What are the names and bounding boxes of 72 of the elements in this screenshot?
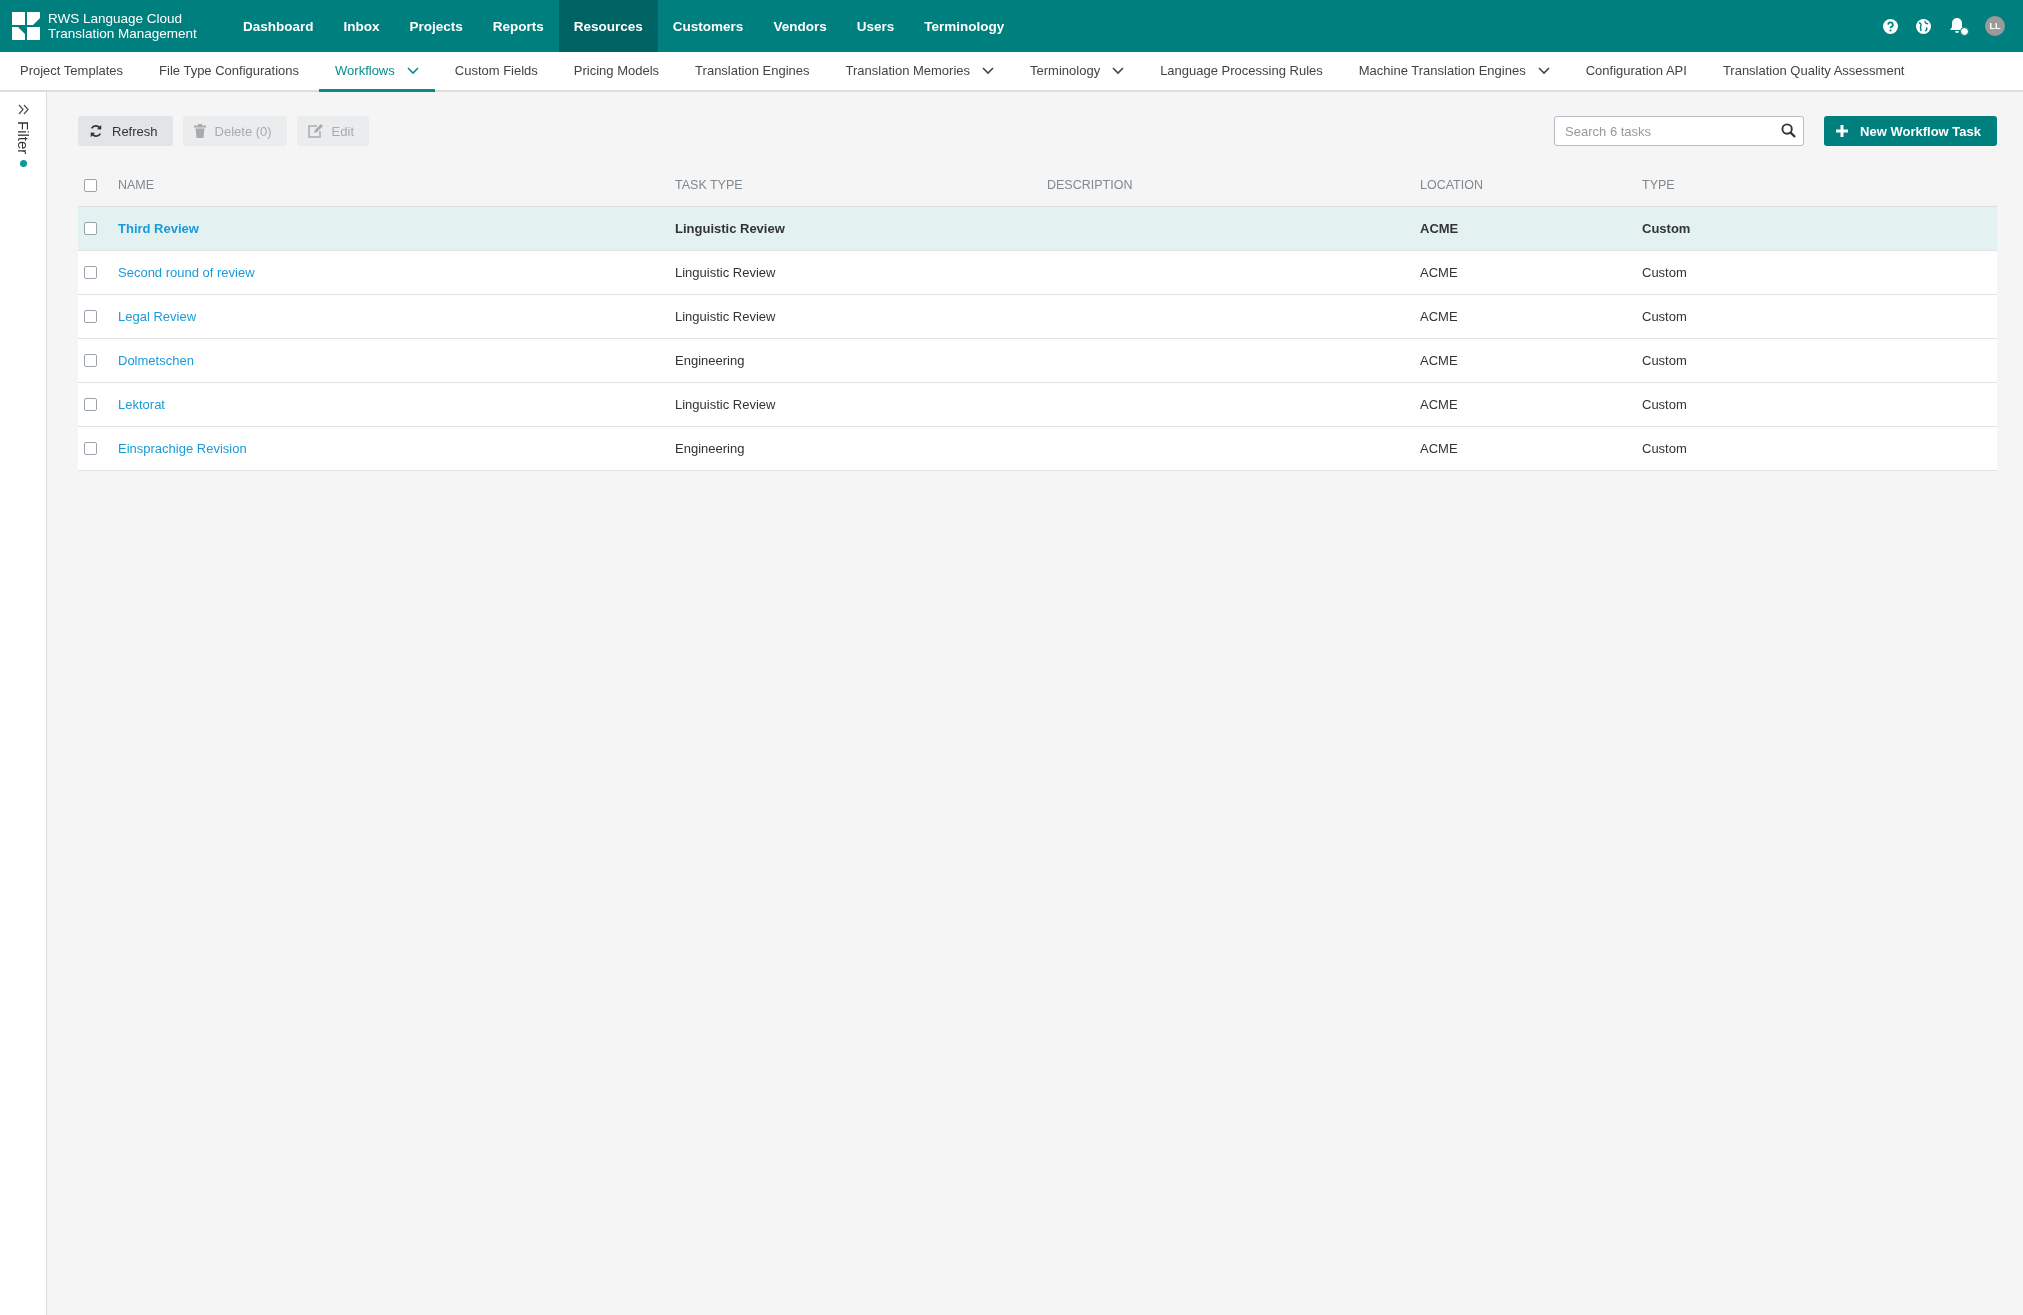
nav-item[interactable]: Terminology (909, 0, 1020, 52)
sub-tab[interactable]: Machine Translation Engines (1342, 52, 1566, 92)
nav-item[interactable]: Users (841, 0, 910, 52)
brand-name: RWS Language Cloud Translation Management (48, 11, 197, 41)
nav-item[interactable]: Dashboard (228, 0, 329, 52)
table-row[interactable]: Third Review Linguistic Review ACME Custom (78, 206, 1997, 251)
plus-icon (1836, 125, 1849, 137)
table-cell: ACME (1420, 265, 1458, 280)
row-checkbox[interactable] (84, 222, 97, 235)
sub-tab[interactable]: Configuration API (1569, 52, 1703, 92)
nav-item[interactable]: Customers (657, 0, 759, 52)
table-cell: ACME (1420, 397, 1458, 412)
table-cell: Linguistic Review (675, 397, 776, 412)
row-checkbox[interactable] (84, 442, 97, 455)
nav-item[interactable]: Vendors (758, 0, 842, 52)
refresh-icon (89, 124, 103, 138)
table-cell: Custom (1642, 353, 1687, 368)
column-header: DESCRIPTION (1047, 178, 1133, 192)
sub-tab[interactable]: Project Templates (4, 52, 140, 92)
table-cell: Linguistic Review (675, 309, 776, 324)
table-cell: Custom (1642, 441, 1687, 456)
new-workflow-task-button[interactable]: New Workflow Task (1824, 116, 1997, 146)
column-header: TYPE (1642, 178, 1675, 192)
filter-toggle[interactable]: Filter (14, 121, 32, 155)
column-header: TASK TYPE (675, 178, 743, 192)
help-icon[interactable] (1883, 18, 1898, 34)
row-checkbox[interactable] (84, 398, 97, 411)
table-cell: ACME (1420, 221, 1459, 236)
row-checkbox[interactable] (84, 354, 97, 367)
table-cell: ACME (1420, 353, 1458, 368)
sub-tab[interactable]: Translation Engines (679, 52, 826, 92)
table-row[interactable]: Second round of review Linguistic Review ACME Custom (78, 250, 1997, 295)
sub-tab[interactable]: File Type Configurations (143, 52, 316, 92)
trash-icon (193, 124, 206, 138)
sub-tab[interactable]: Workflows (319, 52, 435, 92)
table-cell: Custom (1642, 265, 1687, 280)
table-cell: ACME (1420, 309, 1458, 324)
logo-icon (12, 12, 40, 40)
sub-tab[interactable]: Pricing Models (557, 52, 676, 92)
table-cell: Custom (1642, 221, 1691, 236)
search-icon (1781, 123, 1797, 138)
table-cell: Engineering (675, 441, 745, 456)
table-cell: ACME (1420, 441, 1458, 456)
nav-item[interactable]: Projects (394, 0, 478, 52)
column-header: NAME (118, 178, 155, 192)
sub-tab[interactable]: Translation Quality Assessment (1706, 52, 1921, 92)
table-row[interactable]: Einsprachige Revision Engineering ACME Custom (78, 426, 1997, 471)
edit-icon (307, 124, 323, 138)
table-cell: Custom (1642, 397, 1687, 412)
globe-icon[interactable] (1916, 18, 1931, 34)
sub-tab[interactable]: Terminology (1014, 52, 1141, 92)
sub-tab[interactable]: Language Processing Rules (1144, 52, 1339, 92)
nav-item[interactable]: Resources (558, 0, 658, 52)
nav-item[interactable]: Inbox (328, 0, 395, 52)
table-cell: Custom (1642, 309, 1687, 324)
table-cell: Engineering (675, 353, 745, 368)
row-checkbox[interactable] (84, 310, 97, 323)
double-chevron-icon[interactable] (17, 104, 29, 115)
table-cell: Linguistic Review (675, 265, 776, 280)
select-all-checkbox[interactable] (84, 178, 97, 192)
table-row[interactable]: Legal Review Linguistic Review ACME Custom (78, 294, 1997, 339)
search-field[interactable]: Search 6 tasks (1554, 116, 1805, 146)
nav-item[interactable]: Reports (477, 0, 559, 52)
sub-tab[interactable]: Custom Fields (438, 52, 554, 92)
table-cell: Linguistic Review (675, 221, 785, 236)
row-checkbox[interactable] (84, 266, 97, 279)
refresh-button[interactable]: Refresh (78, 116, 173, 146)
table-row[interactable]: Lektorat Linguistic Review ACME Custom (78, 382, 1997, 427)
table-row[interactable]: Dolmetschen Engineering ACME Custom (78, 338, 1997, 383)
sub-tab[interactable]: Translation Memories (829, 52, 1011, 92)
column-header: LOCATION (1420, 178, 1483, 192)
bell-icon[interactable] (1949, 17, 1967, 35)
